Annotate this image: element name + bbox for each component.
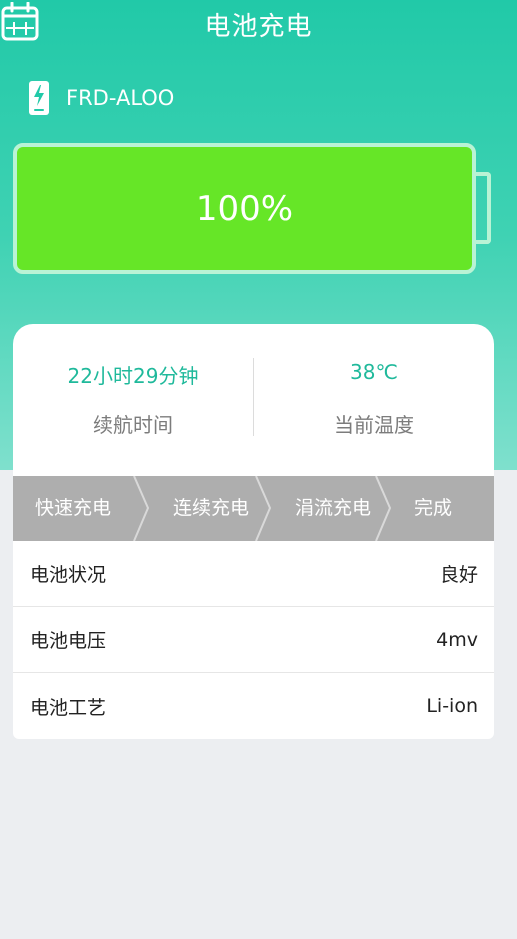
chevron-right-icon [255,476,272,541]
stats-card: 22小时29分钟 续航时间 38℃ 当前温度 [13,324,494,484]
info-value: 4mv [436,628,478,651]
step-fast-charge: 快速充电 [34,497,111,519]
info-value: 良好 [439,564,478,586]
charge-steps: 快速充电 连续充电 涓流充电 完成 [13,476,494,541]
endurance-stat: 22小时29分钟 续航时间 [13,324,253,464]
battery-percent: 100% [195,188,294,229]
battery-info-list: 电池状况 良好 电池电压 4mv 电池工艺 Li-ion [13,541,494,739]
step-complete: 完成 [413,497,452,519]
info-value: Li-ion [426,695,478,717]
page-title: 电池充电 [204,12,313,42]
temperature-stat: 38℃ 当前温度 [254,324,494,464]
battery-tip [474,172,491,244]
info-label: 电池电压 [30,630,107,652]
temperature-value: 38℃ [350,360,398,384]
temperature-label: 当前温度 [334,413,414,437]
device-info: FRD-ALOO [28,78,174,118]
info-label: 电池工艺 [30,696,107,719]
chevron-right-icon [133,476,150,541]
endurance-label: 续航时间 [93,413,173,437]
info-row-battery-status: 电池状况 良好 [13,541,494,607]
info-label: 电池状况 [30,564,107,586]
phone-charging-icon [29,81,49,115]
info-row-battery-technology: 电池工艺 Li-ion [13,673,494,739]
info-row-battery-voltage: 电池电压 4mv [13,607,494,673]
battery-indicator: 100% [13,143,476,274]
device-name: FRD-ALOO [66,86,175,110]
endurance-value: 22小时29分钟 [67,364,199,388]
